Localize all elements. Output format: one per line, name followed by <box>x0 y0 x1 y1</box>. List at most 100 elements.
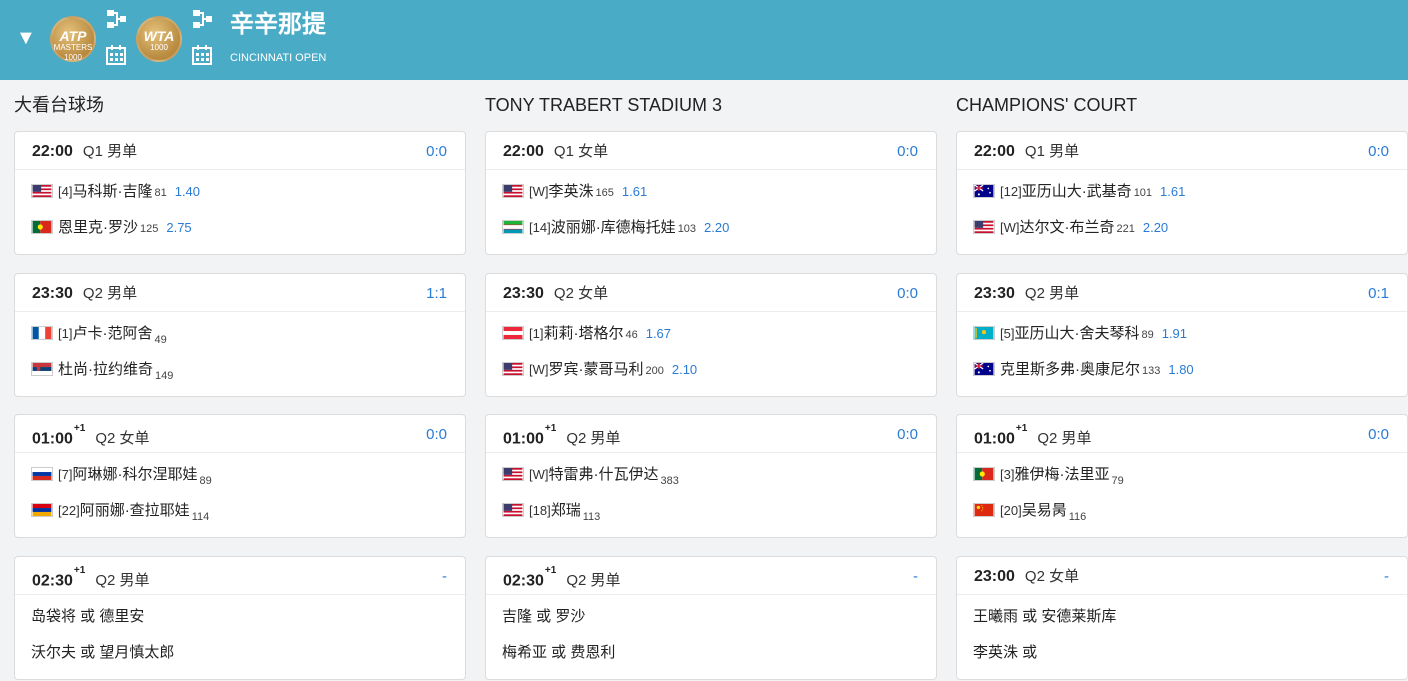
player-rank: 221 <box>1116 223 1135 235</box>
player-odds[interactable]: 2.75 <box>166 220 191 235</box>
player-odds[interactable]: 2.20 <box>704 220 729 235</box>
match-round: Q2 男单 <box>1037 430 1092 448</box>
player-rank: 103 <box>677 223 697 235</box>
match-time: 22:00 Q1 男单 <box>974 143 1080 160</box>
match-card[interactable]: 23:30 Q2 女单 0:0 [1]莉莉·塔格尔 46 1.67 [W]罗宾·蒙哥马利… <box>485 273 937 397</box>
match-header: 23:30 Q2 女单 0:0 <box>486 274 936 312</box>
player-odds[interactable]: 1.80 <box>1168 362 1193 377</box>
player-row[interactable]: [18]郑瑞 113 <box>502 500 601 523</box>
player-odds[interactable]: 1.91 <box>1162 326 1187 341</box>
flag-usa-icon <box>502 466 529 483</box>
match-score: 0:0 <box>897 426 918 443</box>
player-seed: [3] <box>1000 467 1015 482</box>
tournament-subtitle: CINCINNATI OPEN <box>230 52 327 64</box>
bracket-icon[interactable] <box>105 8 127 30</box>
player-row[interactable]: 恩里克·罗沙 125 2.75 <box>31 217 192 239</box>
player-row[interactable]: [5]亚历山大·舍夫琴科 89 1.91 <box>973 323 1187 345</box>
atp-1000-badge[interactable]: ATP MASTERS 1000 <box>50 16 96 62</box>
player-row[interactable]: [W]特雷弗·什瓦伊达 383 <box>502 464 679 487</box>
flag-usa-icon <box>502 183 529 200</box>
player-rank: 383 <box>660 475 679 487</box>
match-header: 23:00 Q2 女单 - <box>957 557 1407 595</box>
player-rank: 113 <box>582 511 601 523</box>
player-row[interactable]: [12]亚历山大·武基奇 101 1.61 <box>973 181 1185 203</box>
player-rank: 116 <box>1068 511 1087 523</box>
match-card[interactable]: 22:00 Q1 男单 0:0 [4]马科斯·吉隆 81 1.40 恩里克·罗沙 125 2… <box>14 131 466 255</box>
flag-aut-icon <box>502 325 529 342</box>
player-name: 波丽娜·库德梅托娃 <box>550 219 676 236</box>
player-row[interactable]: 梅希亚 或 费恩利 <box>502 642 615 664</box>
player-rank: 79 <box>1111 475 1124 487</box>
flag-por-icon <box>31 219 58 236</box>
court-column: CHAMPIONS' COURT 22:00 Q1 男单 0:0 [12]亚历山大… <box>956 80 1408 681</box>
match-round: Q1 男单 <box>1024 143 1080 160</box>
flag-usa-icon <box>502 361 529 378</box>
player-name: 达尔文·布兰奇 <box>1019 219 1115 236</box>
player-odds[interactable]: 1.67 <box>646 326 671 341</box>
match-card[interactable]: 01:00+1Q2 男单 0:0 [3]雅伊梅·法里亚 79 [20]吴易昺 116 <box>956 414 1408 538</box>
player-seed: [22] <box>58 503 80 518</box>
calendar-icon[interactable] <box>105 44 127 66</box>
player-row[interactable]: [20]吴易昺 116 <box>973 500 1087 523</box>
player-row[interactable]: 克里斯多弗·奥康尼尔 133 1.80 <box>973 359 1194 381</box>
player-row[interactable]: [W]罗宾·蒙哥马利 200 2.10 <box>502 359 697 381</box>
player-row[interactable]: [14]波丽娜·库德梅托娃 103 2.20 <box>502 217 729 239</box>
player-odds[interactable]: 1.61 <box>622 184 647 199</box>
wta-1000-badge[interactable]: WTA 1000 <box>136 16 182 62</box>
match-card[interactable]: 23:00 Q2 女单 - 王曦雨 或 安德莱斯库 李英洙 或 <box>956 556 1408 680</box>
calendar-icon[interactable] <box>191 44 213 66</box>
player-row[interactable]: [W]李英洙 165 1.61 <box>502 181 647 203</box>
player-row[interactable]: 王曦雨 或 安德莱斯库 <box>973 606 1116 628</box>
match-time: 02:30+1Q2 男单 <box>32 565 150 590</box>
flag-arm-icon <box>31 502 58 519</box>
player-name: 梅希亚 或 费恩利 <box>502 644 616 661</box>
match-card[interactable]: 23:30 Q2 男单 1:1 [1]卢卡·范阿舍 49 杜尚·拉约维奇 149 <box>14 273 466 397</box>
player-row[interactable]: [W]达尔文·布兰奇 221 2.20 <box>973 217 1168 239</box>
player-odds[interactable]: 2.10 <box>672 362 697 377</box>
match-time: 01:00+1Q2 男单 <box>503 423 621 448</box>
player-row[interactable]: [7]阿琳娜·科尔涅耶娃 89 <box>31 464 212 487</box>
next-day-marker: +1 <box>73 423 86 434</box>
match-card[interactable]: 23:30 Q2 男单 0:1 [5]亚历山大·舍夫琴科 89 1.91 克里斯多弗·奥… <box>956 273 1408 397</box>
flag-usa-icon <box>973 219 1000 236</box>
player-name: 卢卡·范阿舍 <box>72 325 153 342</box>
player-row[interactable]: 杜尚·拉约维奇 149 <box>31 359 173 382</box>
match-card[interactable]: 22:00 Q1 男单 0:0 [12]亚历山大·武基奇 101 1.61 [W]达尔文… <box>956 131 1408 255</box>
match-card[interactable]: 02:30+1Q2 男单 - 吉隆 或 罗沙梅希亚 或 费恩利 <box>485 556 937 680</box>
match-round: Q2 男单 <box>566 430 621 448</box>
match-score: - <box>913 568 918 585</box>
match-header: 02:30+1Q2 男单 - <box>486 557 936 595</box>
player-name: 沃尔夫 或 望月慎太郎 <box>31 644 175 661</box>
player-seed: [18] <box>529 503 551 518</box>
match-round: Q2 男单 <box>95 572 150 590</box>
match-card[interactable]: 01:00+1Q2 男单 0:0 [W]特雷弗·什瓦伊达 383 [18]郑瑞 113 <box>485 414 937 538</box>
player-row[interactable]: [3]雅伊梅·法里亚 79 <box>973 464 1124 487</box>
player-name: 亚历山大·武基奇 <box>1021 183 1132 200</box>
match-card[interactable]: 22:00 Q1 女单 0:0 [W]李英洙 165 1.61 [14]波丽娜·库德梅托… <box>485 131 937 255</box>
match-round: Q2 女单 <box>95 430 150 448</box>
collapse-caret-icon[interactable]: ▼ <box>16 26 36 50</box>
player-odds[interactable]: 2.20 <box>1143 220 1168 235</box>
bracket-icon[interactable] <box>191 8 213 30</box>
player-rank: 125 <box>140 223 159 235</box>
player-row[interactable]: [1]卢卡·范阿舍 49 <box>31 323 167 346</box>
player-name: 吴易昺 <box>1021 502 1067 519</box>
player-row[interactable]: [1]莉莉·塔格尔 46 1.67 <box>502 323 671 345</box>
flag-aus-icon <box>973 361 1000 378</box>
player-seed: [1] <box>58 326 73 341</box>
player-rank: 49 <box>154 334 167 346</box>
player-row[interactable]: 沃尔夫 或 望月慎太郎 <box>31 642 174 664</box>
player-row[interactable]: [22]阿丽娜·查拉耶娃 114 <box>31 500 209 523</box>
player-odds[interactable]: 1.61 <box>1160 184 1185 199</box>
player-row[interactable]: 吉隆 或 罗沙 <box>502 606 585 628</box>
player-rank: 89 <box>199 475 212 487</box>
player-odds[interactable]: 1.40 <box>175 184 200 199</box>
player-name: 特雷弗·什瓦伊达 <box>548 466 659 483</box>
match-round: Q2 女单 <box>553 285 609 302</box>
player-row[interactable]: 李英洙 或 <box>973 642 1037 664</box>
match-card[interactable]: 02:30+1Q2 男单 - 岛袋将 或 德里安 沃尔夫 或 望月慎太郎 <box>14 556 466 680</box>
player-row[interactable]: 岛袋将 或 德里安 <box>31 606 144 628</box>
player-rank: 89 <box>1141 329 1154 341</box>
player-row[interactable]: [4]马科斯·吉隆 81 1.40 <box>31 181 200 203</box>
match-card[interactable]: 01:00+1Q2 女单 0:0 [7]阿琳娜·科尔涅耶娃 89 [22]阿丽娜·查… <box>14 414 466 538</box>
